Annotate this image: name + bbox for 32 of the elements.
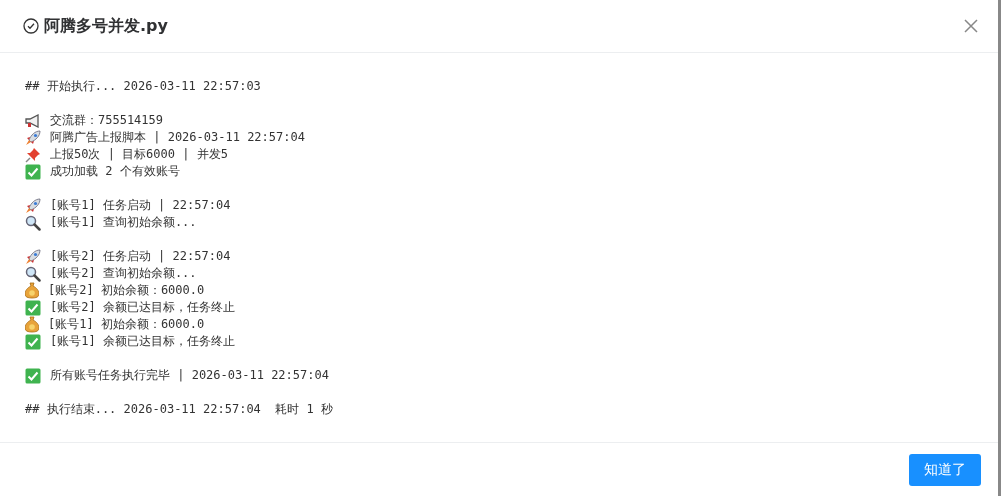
checkmark-icon [25, 367, 41, 384]
magnifier-icon [25, 265, 41, 282]
log-heading: ## 开始执行... 2026-03-11 22:57:03 [25, 78, 261, 95]
rocket-icon [25, 129, 41, 146]
megaphone-icon [25, 113, 41, 128]
money-bag-icon [25, 282, 39, 299]
log-line: [账号2] 查询初始余额... [50, 265, 197, 282]
log-line: [账号2] 任务启动 | 22:57:04 [50, 248, 231, 265]
log-line: [账号1] 查询初始余额... [50, 214, 197, 231]
magnifier-icon [25, 214, 41, 231]
close-icon [964, 19, 978, 33]
check-circle-icon [23, 18, 39, 34]
rocket-icon [25, 248, 41, 265]
money-bag-icon [25, 316, 39, 333]
log-line: 阿腾广告上报脚本 | 2026-03-11 22:57:04 [50, 129, 305, 146]
log-line: 上报50次 | 目标6000 | 并发5 [50, 146, 228, 163]
rocket-icon [25, 197, 41, 214]
log-line: 所有账号任务执行完毕 | 2026-03-11 22:57:04 [50, 367, 329, 384]
log-line: [账号2] 初始余额：6000.0 [48, 282, 205, 299]
log-line: 成功加载 2 个有效账号 [50, 163, 180, 180]
checkmark-icon [25, 333, 41, 350]
ok-button[interactable]: 知道了 [909, 453, 981, 486]
log-line: 交流群：755514159 [50, 112, 164, 129]
dialog-title: 阿腾多号并发.py [44, 15, 169, 37]
log-line: [账号1] 初始余额：6000.0 [48, 316, 205, 333]
log-line: [账号2] 余额已达目标，任务终止 [50, 299, 235, 316]
log-line: [账号1] 余额已达目标，任务终止 [50, 333, 235, 350]
pushpin-icon [25, 146, 41, 163]
log-line: [账号1] 任务启动 | 22:57:04 [50, 197, 231, 214]
checkmark-icon [25, 299, 41, 316]
checkmark-icon [25, 163, 41, 180]
log-heading: ## 执行结束... 2026-03-11 22:57:04 耗时 1 秒 [25, 401, 333, 418]
